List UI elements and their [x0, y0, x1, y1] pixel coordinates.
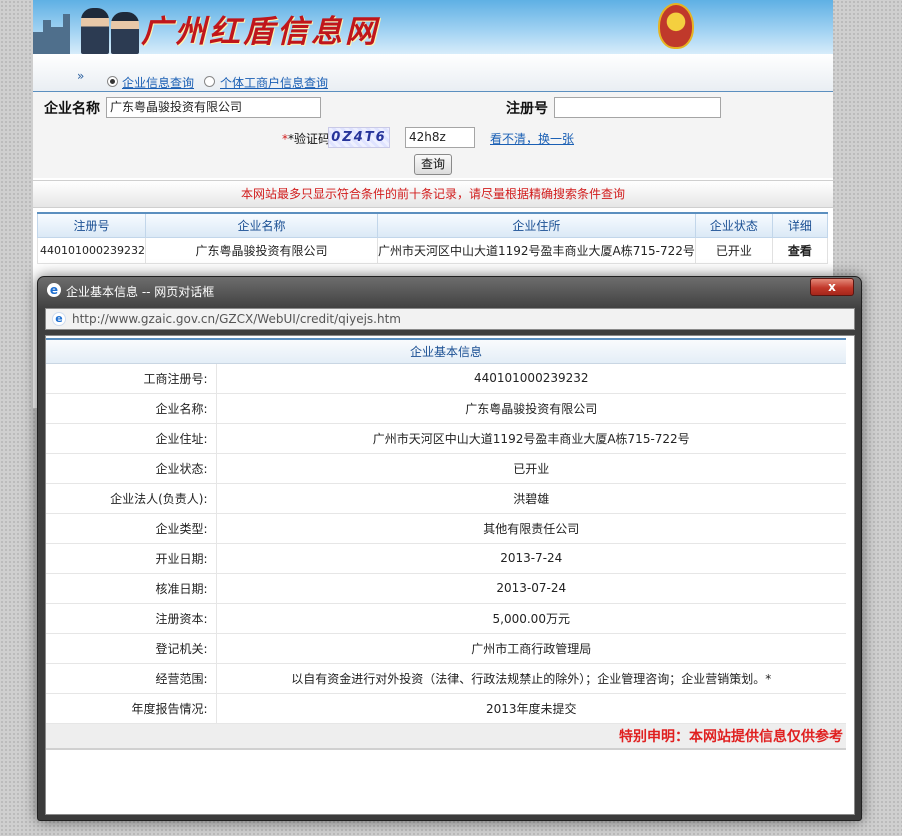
info-field-label: 企业法人(负责人):: [46, 483, 217, 514]
info-field-value: 2013-7-24: [216, 543, 846, 574]
column-header: 企业名称: [144, 212, 378, 238]
skyline-decoration: [51, 27, 63, 54]
enterprise-info-table: 企业基本信息 工商注册号: 440101000239232 企业名称: 广东粤晶骏投资…: [46, 338, 846, 750]
ie-icon: e: [47, 283, 61, 297]
info-row: 核准日期: 2013-07-24: [46, 573, 846, 604]
info-row: 年度报告情况: 2013年度未提交: [46, 693, 846, 724]
info-field-value: 其他有限责任公司: [216, 513, 846, 544]
table-row: 440101000239232 广东粤晶骏投资有限公司 广州市天河区中山大道11…: [37, 236, 829, 264]
radio-enterprise-query[interactable]: [107, 76, 118, 87]
info-field-label: 企业状态:: [46, 453, 217, 484]
info-field-label: 开业日期:: [46, 543, 217, 574]
info-field-value: 广东粤晶骏投资有限公司: [216, 393, 846, 424]
info-field-value: 2013年度未提交: [216, 693, 846, 724]
result-table: 注册号 企业名称 企业住所 企业状态 详细 440101000239232 广东…: [37, 212, 829, 264]
radio-individual-business-query[interactable]: [204, 76, 215, 87]
close-icon: x: [828, 280, 836, 294]
skyline-decoration: [43, 20, 51, 54]
query-button[interactable]: 查询: [414, 154, 452, 175]
enterprise-info-dialog: e 企业基本信息 -- 网页对话框 x e http://www.gzaic.g…: [37, 276, 862, 821]
result-header-row: 注册号 企业名称 企业住所 企业状态 详细: [37, 212, 829, 238]
close-button[interactable]: x: [810, 278, 854, 296]
dialog-title: 企业基本信息 -- 网页对话框: [66, 285, 215, 299]
column-header: 详细: [771, 212, 829, 238]
emblem-icon: [658, 3, 694, 49]
cell-address: 广州市天河区中山大道1192号盈丰商业大厦A栋715-722号: [376, 236, 696, 264]
cell-company-name: 广东粤晶骏投资有限公司: [144, 236, 378, 264]
info-field-label: 登记机关:: [46, 633, 217, 664]
disclaimer-row: 特别申明：本网站提供信息仅供参考: [46, 723, 846, 750]
officer-figure: [111, 12, 139, 54]
captcha-image[interactable]: 0Z4T6: [328, 127, 390, 148]
info-field-label: 企业名称:: [46, 393, 217, 424]
ie-page-icon: e: [52, 312, 66, 326]
company-name-input[interactable]: 广东粤晶骏投资有限公司: [106, 97, 321, 118]
dialog-content: 企业基本信息 工商注册号: 440101000239232 企业名称: 广东粤晶骏投资…: [45, 335, 855, 815]
info-field-label: 工商注册号:: [46, 363, 217, 394]
info-field-label: 核准日期:: [46, 573, 217, 604]
column-header: 企业状态: [694, 212, 773, 238]
cell-status: 已开业: [694, 236, 773, 264]
skyline-decoration: [63, 14, 70, 54]
info-field-value: 以自有资金进行对外投资（法律、行政法规禁止的除外）；企业管理咨询；企业营销策划。…: [216, 663, 846, 694]
info-field-value: 洪碧雄: [216, 483, 846, 514]
info-row: 企业住址: 广州市天河区中山大道1192号盈丰商业大厦A栋715-722号: [46, 423, 846, 454]
disclaimer-text: 特别申明：本网站提供信息仅供参考: [619, 728, 843, 745]
view-detail-link[interactable]: 查看: [771, 236, 829, 264]
info-row: 企业类型: 其他有限责任公司: [46, 513, 846, 544]
result-limit-notice: 本网站最多只显示符合条件的前十条记录，请尽量根据精确搜索条件查询: [33, 180, 833, 208]
reg-no-label: 注册号: [506, 101, 548, 117]
cell-reg-no: 440101000239232: [37, 236, 146, 264]
info-field-value: 广州市天河区中山大道1192号盈丰商业大厦A栋715-722号: [216, 423, 846, 454]
site-banner: 广州红盾信息网: [33, 0, 833, 54]
query-type-bar: » 企业信息查询 个体工商户信息查询: [33, 54, 833, 92]
dialog-url: http://www.gzaic.gov.cn/GZCX/WebUI/credi…: [72, 312, 401, 326]
column-header: 企业住所: [376, 212, 696, 238]
info-field-label: 年度报告情况:: [46, 693, 217, 724]
info-field-label: 经营范围:: [46, 663, 217, 694]
company-name-label: 企业名称: [44, 101, 100, 117]
info-field-label: 企业类型:: [46, 513, 217, 544]
info-row: 工商注册号: 440101000239232: [46, 363, 846, 394]
officer-figure: [81, 8, 109, 54]
search-form: 企业名称 广东粤晶骏投资有限公司 注册号 **验证码 0Z4T6 42h8z 看…: [33, 92, 833, 178]
skyline-decoration: [33, 32, 43, 54]
column-header: 注册号: [37, 212, 146, 238]
info-row: 企业法人(负责人): 洪碧雄: [46, 483, 846, 514]
info-field-label: 注册资本:: [46, 603, 217, 634]
info-row: 企业名称: 广东粤晶骏投资有限公司: [46, 393, 846, 424]
info-row: 注册资本: 5,000.00万元: [46, 603, 846, 634]
info-row: 登记机关: 广州市工商行政管理局: [46, 633, 846, 664]
captcha-input[interactable]: 42h8z: [405, 127, 475, 148]
info-field-value: 5,000.00万元: [216, 603, 846, 634]
reg-no-input[interactable]: [554, 97, 721, 118]
dialog-titlebar[interactable]: e 企业基本信息 -- 网页对话框 x: [38, 277, 861, 304]
captcha-label: **验证码: [282, 132, 331, 146]
link-enterprise-query[interactable]: 企业信息查询: [122, 74, 194, 91]
info-table-caption: 企业基本信息: [46, 338, 846, 364]
info-field-value: 440101000239232: [216, 363, 846, 394]
info-field-value: 2013-07-24: [216, 573, 846, 604]
link-individual-business-query[interactable]: 个体工商户信息查询: [220, 74, 328, 91]
info-field-value: 广州市工商行政管理局: [216, 633, 846, 664]
dialog-address-bar: e http://www.gzaic.gov.cn/GZCX/WebUI/cre…: [45, 308, 855, 330]
info-row: 经营范围: 以自有资金进行对外投资（法律、行政法规禁止的除外）；企业管理咨询；企业…: [46, 663, 846, 694]
info-field-label: 企业住址:: [46, 423, 217, 454]
double-chevron-icon: »: [77, 69, 85, 83]
info-field-value: 已开业: [216, 453, 846, 484]
info-row: 开业日期: 2013-7-24: [46, 543, 846, 574]
info-row: 企业状态: 已开业: [46, 453, 846, 484]
captcha-refresh-link[interactable]: 看不清，换一张: [490, 130, 574, 147]
site-title: 广州红盾信息网: [141, 14, 379, 50]
